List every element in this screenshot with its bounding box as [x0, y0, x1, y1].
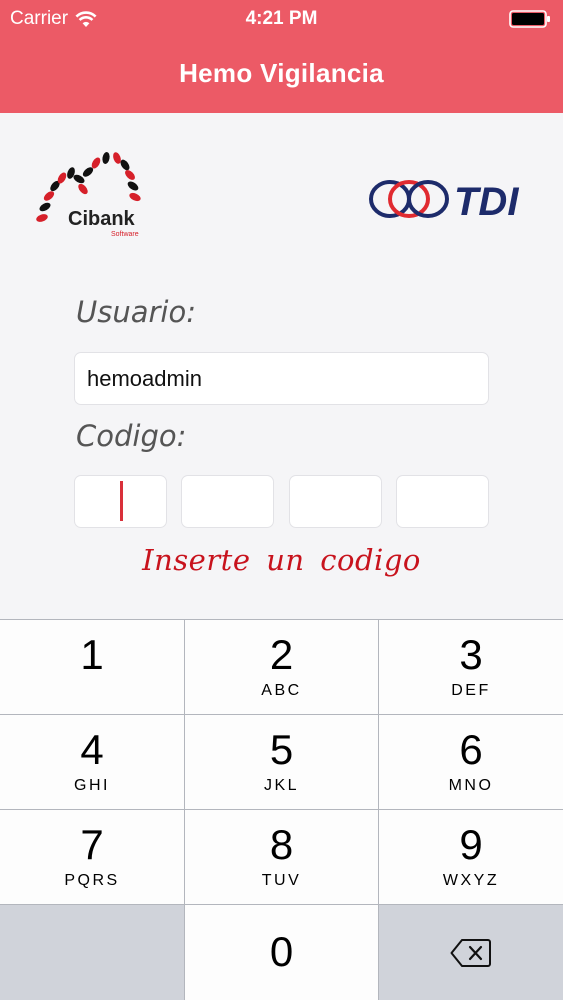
key-8-letters: TUV	[261, 872, 302, 889]
key-4-letters: GHI	[74, 777, 110, 794]
code-digit-4-input[interactable]	[396, 475, 489, 528]
status-time: 4:21 PM	[245, 8, 318, 29]
key-7-digit: 7	[80, 821, 104, 868]
key-8[interactable]: 8 TUV	[185, 810, 378, 904]
tdi-logo-text: TDI	[454, 180, 519, 224]
key-3[interactable]: 3 DEF	[379, 620, 563, 714]
code-digit-1-input[interactable]	[74, 475, 167, 528]
key-8-digit: 8	[269, 821, 294, 868]
key-4[interactable]: 4 GHI	[0, 715, 184, 809]
login-form: Cibank Software TDI Usuario: hemoadmin C…	[0, 113, 563, 619]
key-7-letters: PQRS	[64, 872, 120, 889]
numeric-keypad: 1 2 ABC 3 DEF 4 GHI 5 JKL 6 MNO 7 PQRS 8…	[0, 619, 563, 1000]
tdi-logo: TDI	[369, 180, 519, 224]
key-1[interactable]: 1	[0, 620, 184, 714]
key-3-letters: DEF	[451, 682, 491, 699]
code-label: Codigo:	[76, 419, 187, 453]
key-0[interactable]: 0	[185, 905, 378, 1000]
key-0-digit: 0	[269, 928, 294, 975]
backspace-icon	[450, 938, 491, 967]
key-blank	[0, 905, 184, 1000]
page-title: Hemo Vigilancia	[179, 58, 384, 88]
username-value: hemoadmin	[87, 365, 202, 391]
text-caret	[120, 481, 123, 521]
key-5[interactable]: 5 JKL	[185, 715, 378, 809]
key-6-letters: MNO	[448, 777, 494, 794]
key-9[interactable]: 9 WXYZ	[379, 810, 563, 904]
key-9-digit: 9	[459, 821, 483, 868]
key-3-digit: 3	[459, 631, 483, 678]
key-7[interactable]: 7 PQRS	[0, 810, 184, 904]
key-6[interactable]: 6 MNO	[379, 715, 563, 809]
cibank-logo-subtext: Software	[111, 231, 139, 238]
status-bar: Carrier 4:21 PM	[0, 0, 563, 38]
code-hint-message: Inserte un codigo	[142, 543, 421, 577]
username-input[interactable]: hemoadmin	[74, 352, 489, 405]
key-9-letters: WXYZ	[442, 872, 500, 889]
code-digit-3-input[interactable]	[289, 475, 382, 528]
username-label: Usuario:	[76, 295, 196, 329]
key-2[interactable]: 2 ABC	[185, 620, 378, 714]
key-5-digit: 5	[269, 726, 294, 773]
battery-icon	[509, 10, 550, 28]
key-4-digit: 4	[80, 726, 104, 773]
key-2-digit: 2	[269, 631, 294, 678]
key-2-letters: ABC	[261, 682, 302, 699]
cibank-logo-text: Cibank	[68, 208, 136, 230]
delete-button[interactable]	[379, 905, 563, 1000]
navigation-bar: Carrier 4:21 PM Hemo Vigilancia	[0, 0, 563, 113]
key-1-digit: 1	[80, 631, 104, 678]
cibank-logo: Cibank Software	[36, 152, 141, 238]
key-6-digit: 6	[459, 726, 483, 773]
code-digit-2-input[interactable]	[181, 475, 274, 528]
key-5-letters: JKL	[263, 777, 300, 794]
